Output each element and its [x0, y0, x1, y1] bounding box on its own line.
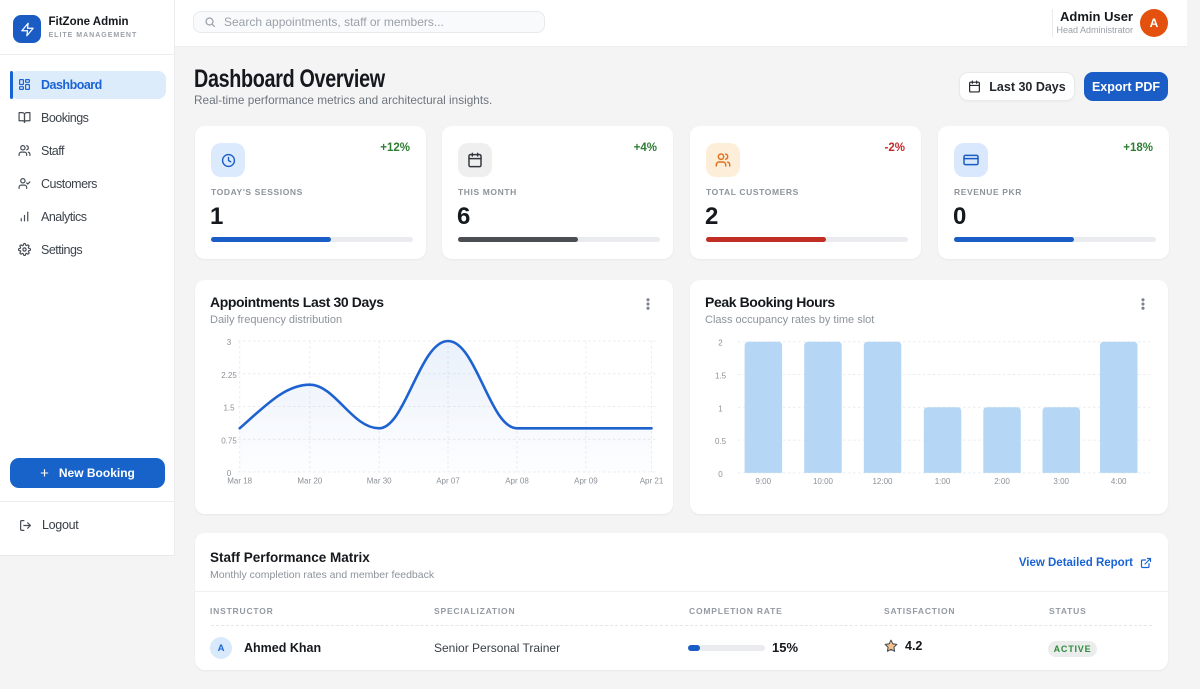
svg-text:Mar 18: Mar 18 [227, 477, 252, 486]
svg-text:4:00: 4:00 [1111, 477, 1127, 486]
svg-text:Apr 21: Apr 21 [640, 477, 664, 486]
svg-text:0.75: 0.75 [221, 436, 237, 445]
svg-text:2.25: 2.25 [221, 371, 237, 380]
svg-text:1.5: 1.5 [223, 404, 235, 413]
svg-text:1: 1 [718, 404, 723, 413]
svg-text:9:00: 9:00 [756, 477, 772, 486]
svg-text:3:00: 3:00 [1053, 477, 1069, 486]
svg-text:2:00: 2:00 [994, 477, 1010, 486]
svg-text:Mar 20: Mar 20 [297, 477, 322, 486]
svg-text:Apr 09: Apr 09 [574, 477, 598, 486]
svg-text:Apr 07: Apr 07 [436, 477, 460, 486]
svg-text:3: 3 [227, 338, 232, 347]
svg-text:12:00: 12:00 [872, 477, 893, 486]
svg-text:1.5: 1.5 [715, 372, 727, 381]
svg-text:1:00: 1:00 [935, 477, 951, 486]
svg-text:0.5: 0.5 [715, 437, 727, 446]
svg-text:Apr 08: Apr 08 [505, 477, 529, 486]
svg-text:2: 2 [718, 339, 723, 348]
svg-text:0: 0 [718, 470, 723, 479]
svg-text:10:00: 10:00 [813, 477, 834, 486]
svg-text:Mar 30: Mar 30 [367, 477, 392, 486]
